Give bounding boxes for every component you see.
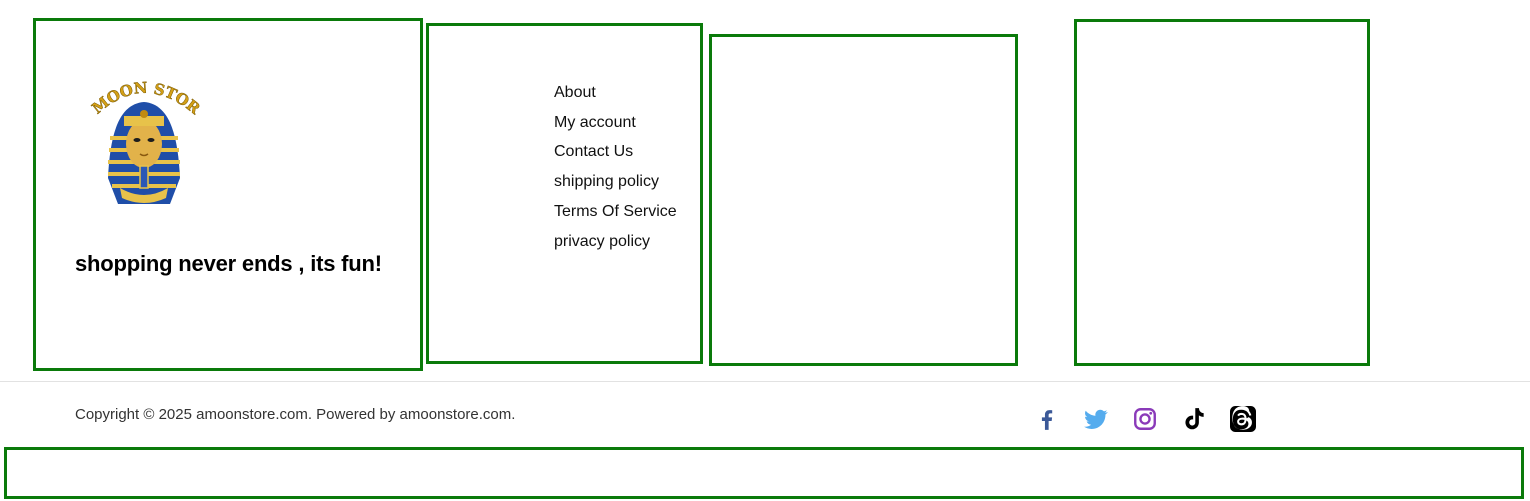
- links-column: About My account Contact Us shipping pol…: [426, 23, 703, 364]
- footer-link-contact-us[interactable]: Contact Us: [554, 137, 677, 167]
- footer-link-my-account[interactable]: My account: [554, 108, 677, 138]
- footer-link-about[interactable]: About: [554, 78, 677, 108]
- copyright-text: Copyright © 2025 amoonstore.com. Powered…: [75, 406, 516, 423]
- footer-link-terms-of-service[interactable]: Terms Of Service: [554, 197, 677, 227]
- twitter-link[interactable]: [1083, 406, 1109, 432]
- threads-link[interactable]: [1230, 406, 1256, 432]
- facebook-icon: [1041, 410, 1053, 430]
- footer-link-privacy-policy[interactable]: privacy policy: [554, 227, 677, 257]
- twitter-icon: [1084, 409, 1108, 429]
- footer-links-list: About My account Contact Us shipping pol…: [554, 78, 677, 256]
- footer: AMOON STORE shopping never ends , its fu…: [0, 0, 1530, 501]
- facebook-link[interactable]: [1034, 406, 1060, 432]
- tiktok-icon: [1185, 408, 1204, 430]
- tagline: shopping never ends , its fun!: [75, 251, 382, 276]
- brand-column: AMOON STORE shopping never ends , its fu…: [33, 18, 423, 371]
- store-logo[interactable]: AMOON STORE: [88, 78, 200, 208]
- tiktok-link[interactable]: [1181, 406, 1207, 432]
- footer-link-shipping-policy[interactable]: shipping policy: [554, 167, 677, 197]
- empty-column-1: [709, 34, 1018, 366]
- bottom-bar: [4, 447, 1524, 499]
- instagram-icon: [1134, 408, 1156, 430]
- empty-column-2: [1074, 19, 1370, 366]
- footer-divider: [0, 381, 1530, 382]
- instagram-link[interactable]: [1132, 406, 1158, 432]
- threads-icon: [1230, 406, 1256, 432]
- social-links: [1034, 406, 1279, 432]
